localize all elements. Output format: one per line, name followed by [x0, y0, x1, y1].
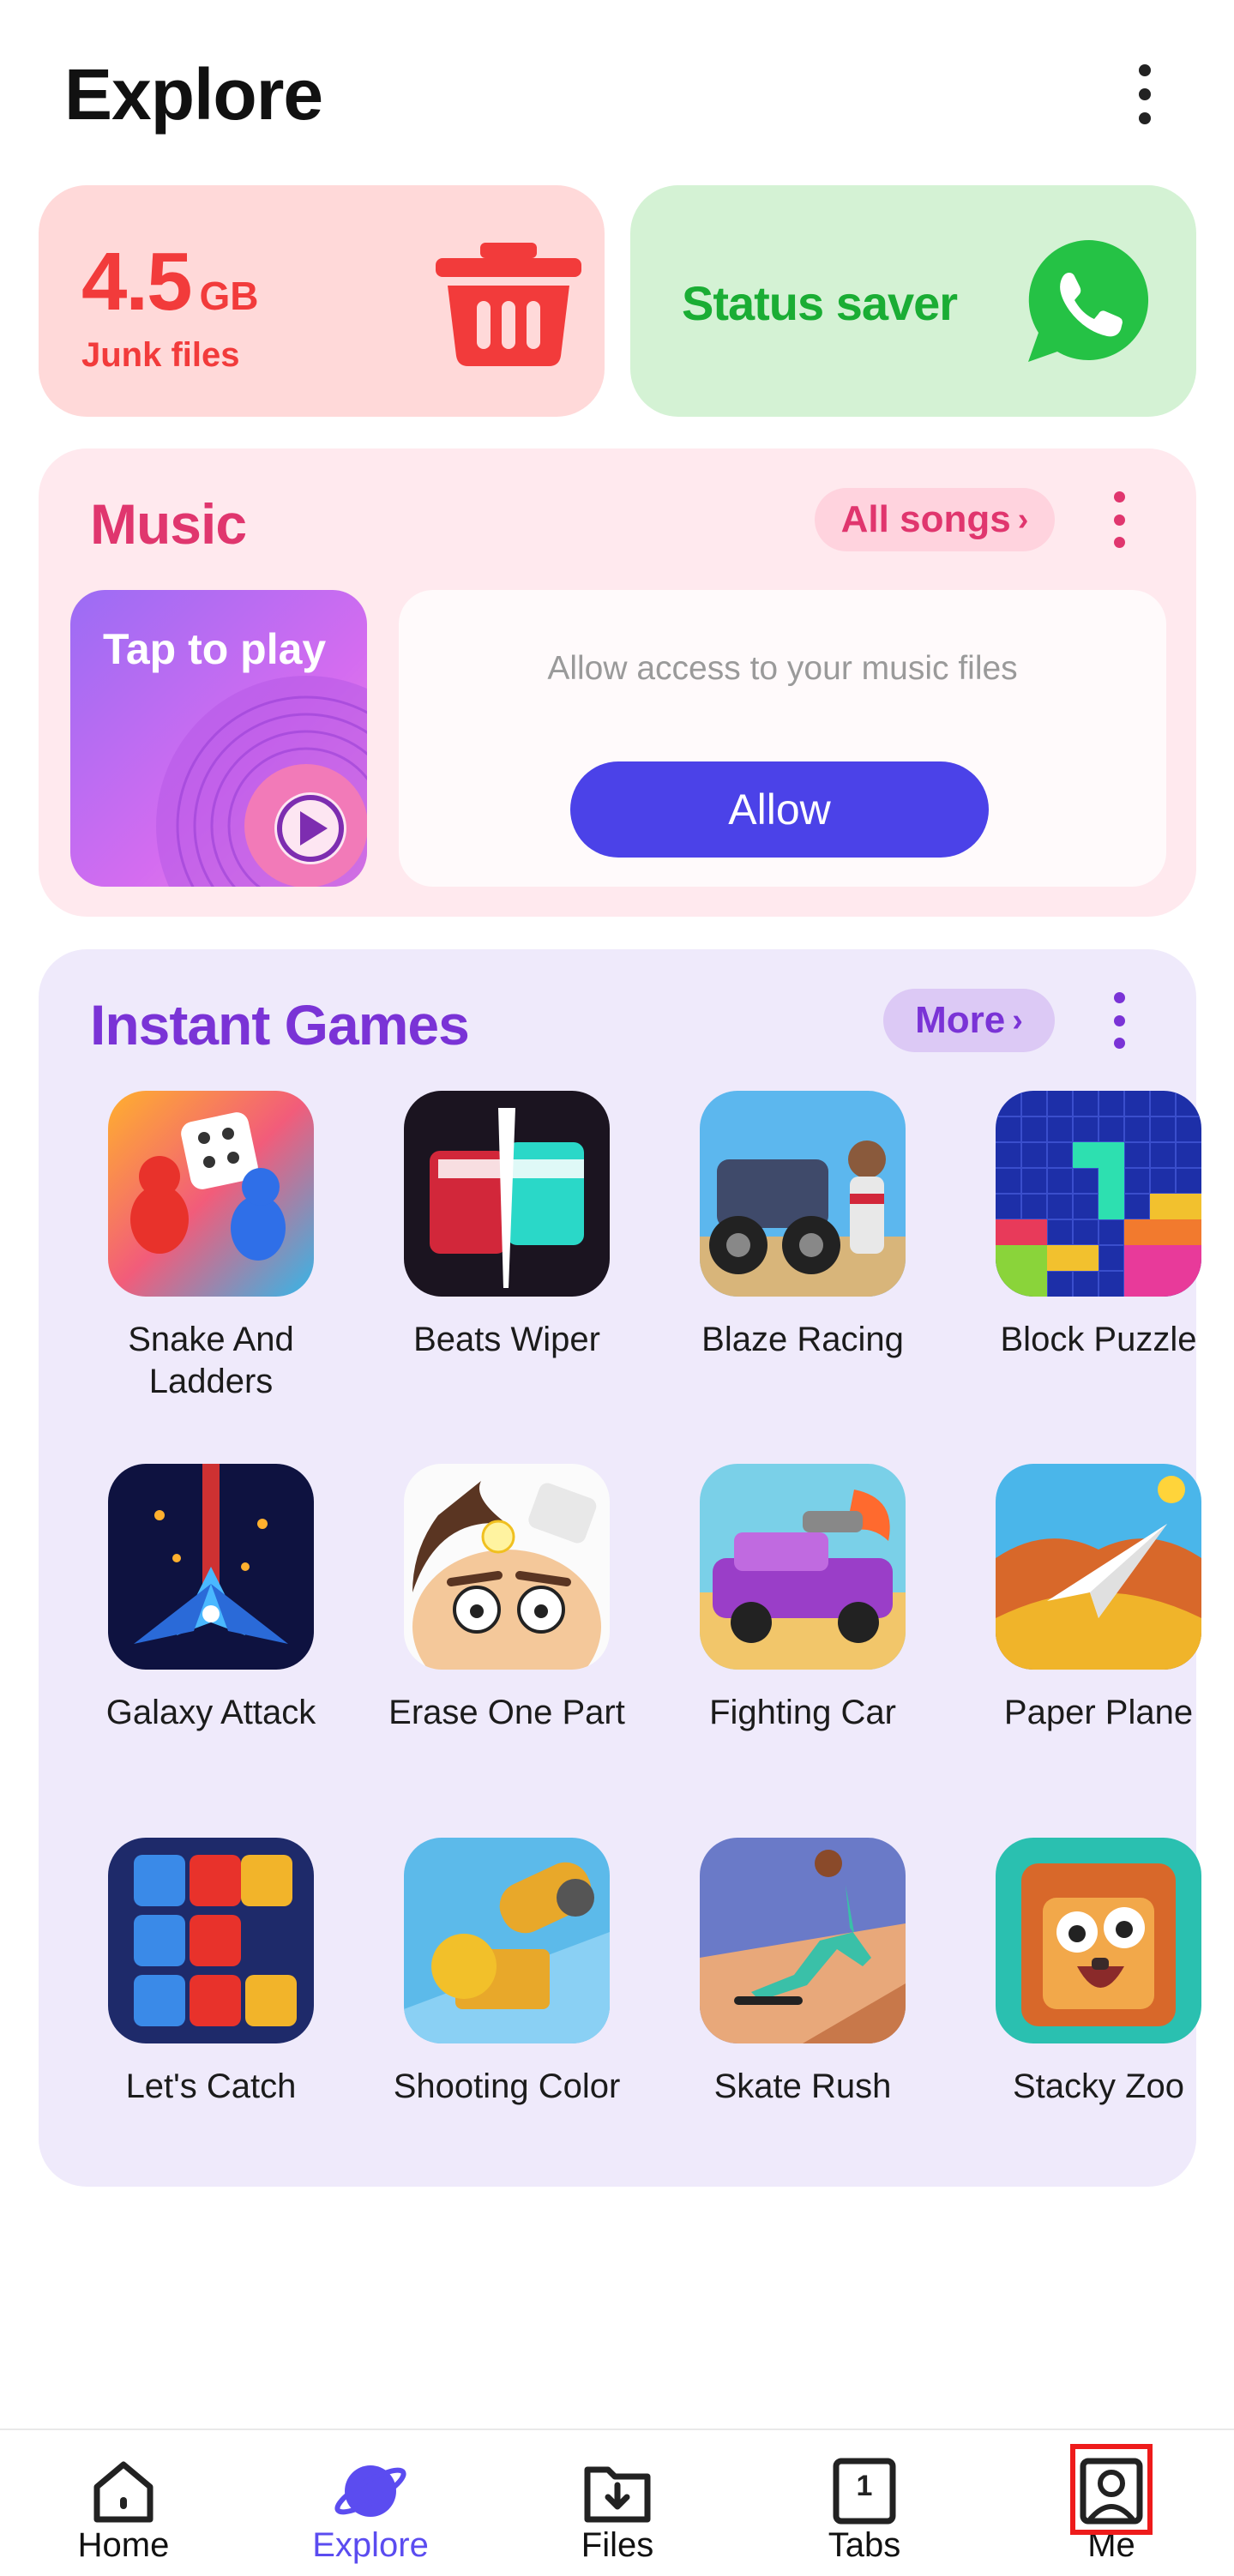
game-name: Fighting Car — [709, 1694, 896, 1731]
game-tile[interactable]: Erase One Part — [358, 1464, 655, 1734]
nav-item-tabs[interactable]: 1 Tabs — [761, 2430, 967, 2576]
nav-label: Explore — [312, 2526, 429, 2564]
game-tile[interactable]: Shooting Color — [358, 1838, 655, 2108]
lets-catch-icon — [108, 1838, 314, 2043]
chevron-right-icon: › — [1017, 501, 1029, 538]
snake-and-ladders-icon — [108, 1091, 314, 1297]
nav-item-files[interactable]: Files — [515, 2430, 720, 2576]
game-tile[interactable]: Block Puzzle — [950, 1091, 1234, 1361]
header: Explore — [0, 0, 1234, 180]
game-name: Beats Wiper — [413, 1321, 600, 1358]
more-label: More — [915, 999, 1006, 1041]
junk-files-card[interactable]: 4.5 GB Junk files — [39, 185, 605, 417]
game-name: Skate Rush — [713, 2067, 892, 2105]
nav-label: Home — [77, 2526, 170, 2564]
tap-to-play-label: Tap to play — [103, 625, 327, 673]
junk-size-value: 4.5 — [81, 236, 192, 328]
download-folder-icon — [584, 2466, 651, 2523]
page-title: Explore — [64, 54, 323, 135]
music-title: Music — [90, 492, 247, 556]
music-card: Music All songs › Tap to play Allow acce… — [39, 448, 1196, 917]
game-name: Block Puzzle — [1000, 1321, 1197, 1358]
all-songs-button[interactable]: All songs › — [815, 488, 1055, 551]
game-tile[interactable]: Stacky Zoo — [950, 1838, 1234, 2108]
skate-rush-icon — [700, 1838, 906, 2043]
planet-icon — [334, 2465, 406, 2517]
trash-icon — [436, 243, 581, 366]
game-name: Erase One Part — [388, 1694, 625, 1731]
game-name: Snake And Ladders — [128, 1321, 294, 1400]
game-tile[interactable]: Snake And Ladders — [63, 1091, 359, 1403]
status-saver-label: Status saver — [682, 276, 958, 330]
game-name: Shooting Color — [393, 2067, 621, 2105]
me-tab-highlight — [1070, 2444, 1153, 2535]
game-tile[interactable]: Galaxy Attack — [63, 1464, 359, 1734]
whatsapp-icon — [1028, 239, 1149, 362]
more-options-icon[interactable] — [1132, 64, 1158, 124]
blaze-racing-icon — [700, 1091, 906, 1297]
instant-games-card: Instant Games More › Snake And Ladders B… — [39, 949, 1201, 2187]
game-name: Paper Plane — [1003, 1694, 1194, 1731]
status-saver-card[interactable]: Status saver — [630, 185, 1196, 417]
nav-item-explore[interactable]: Explore — [268, 2430, 473, 2576]
game-tile[interactable]: Skate Rush — [654, 1838, 951, 2108]
galaxy-attack-icon — [108, 1464, 314, 1670]
game-tile[interactable]: Paper Plane — [950, 1464, 1234, 1734]
game-name: Let's Catch — [125, 2067, 297, 2105]
nav-label: Files — [581, 2526, 654, 2564]
games-more-icon[interactable] — [1106, 992, 1132, 1049]
instant-games-title: Instant Games — [90, 993, 470, 1056]
tabs-count: 1 — [856, 2470, 873, 2502]
home-icon — [93, 2461, 153, 2523]
music-more-icon[interactable] — [1106, 491, 1132, 548]
junk-size-unit: GB — [199, 274, 259, 318]
paper-plane-icon — [996, 1464, 1201, 1670]
erase-one-part-icon — [404, 1464, 610, 1670]
game-tile[interactable]: Fighting Car — [654, 1464, 951, 1734]
allow-button[interactable]: Allow — [570, 761, 989, 858]
junk-files-label: Junk files — [81, 336, 240, 374]
junk-size: 4.5 GB — [81, 235, 258, 329]
nav-label: Tabs — [828, 2526, 901, 2564]
nav-item-home[interactable]: Home — [21, 2430, 226, 2576]
game-name: Blaze Racing — [701, 1321, 904, 1358]
block-puzzle-icon — [996, 1091, 1201, 1297]
access-message: Allow access to your music files — [547, 650, 1018, 687]
shooting-color-icon — [404, 1838, 610, 2043]
beats-wiper-icon — [404, 1091, 610, 1297]
bottom-nav: Home Explore Files 1 Tabs Me — [0, 2429, 1234, 2576]
game-tile[interactable]: Beats Wiper — [358, 1091, 655, 1361]
game-tile[interactable]: Let's Catch — [63, 1838, 359, 2108]
game-name: Stacky Zoo — [1012, 2067, 1185, 2105]
game-tile[interactable]: Blaze Racing — [654, 1091, 951, 1361]
chevron-right-icon: › — [1012, 1002, 1023, 1038]
more-games-button[interactable]: More › — [883, 989, 1055, 1052]
music-access-panel: Allow access to your music files Allow — [399, 590, 1166, 887]
game-name: Galaxy Attack — [105, 1694, 316, 1731]
stacky-zoo-icon — [996, 1838, 1201, 2043]
all-songs-label: All songs — [840, 498, 1011, 540]
tap-to-play-tile[interactable]: Tap to play — [70, 590, 367, 887]
fighting-car-icon — [700, 1464, 906, 1670]
